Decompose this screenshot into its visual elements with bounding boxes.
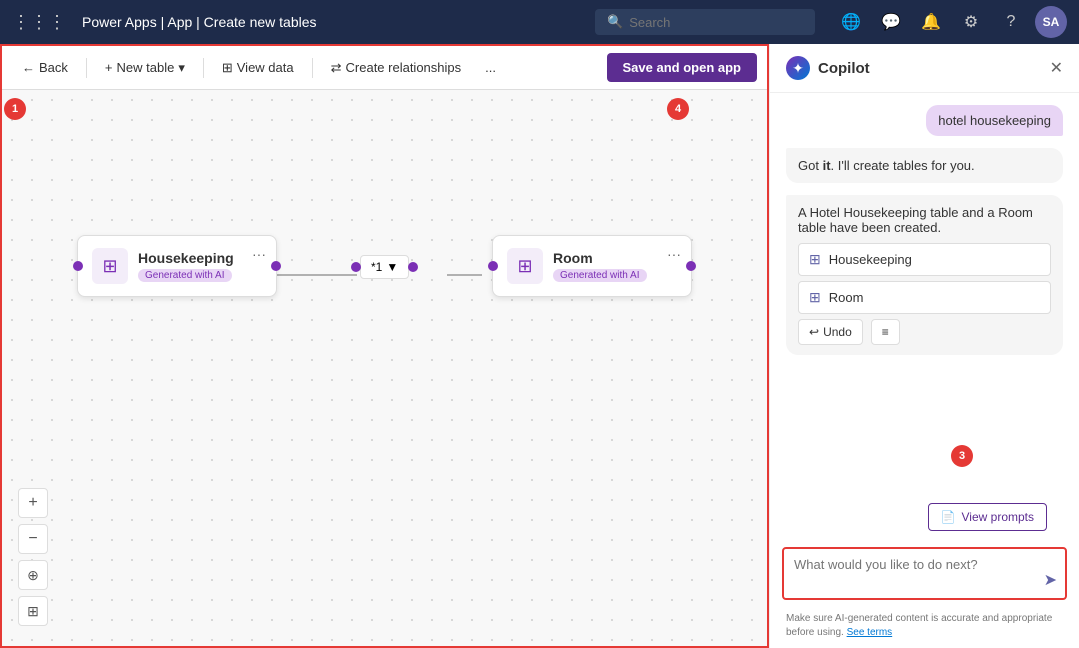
search-icon: 🔍	[607, 14, 623, 30]
zoom-out-button[interactable]: −	[18, 524, 48, 554]
plus-icon: +	[105, 60, 113, 75]
separator2	[203, 58, 204, 78]
zoom-controls: + − ⊕ ⊞	[18, 488, 48, 626]
back-button[interactable]: ← Back	[12, 55, 78, 80]
notification-icon[interactable]: 🔔	[915, 6, 947, 38]
room-table-node[interactable]: ⊞ Room Generated with AI ···	[492, 235, 692, 297]
copilot-panel: ✦ Copilot ✕ hotel housekeeping Got it. I…	[769, 44, 1079, 648]
node-title-area: Room Generated with AI	[553, 250, 647, 282]
housekeeping-table-node[interactable]: ⊞ Housekeeping Generated with AI ···	[77, 235, 277, 297]
user-message: hotel housekeeping	[926, 105, 1063, 136]
node-header: ⊞ Housekeeping Generated with AI	[92, 248, 262, 284]
chat-input[interactable]	[794, 557, 1055, 587]
relation-label: *1	[371, 260, 382, 274]
save-open-app-button[interactable]: Save and open app	[607, 53, 757, 82]
node-menu2[interactable]: ···	[667, 246, 681, 262]
prompts-icon: 📄	[941, 510, 956, 524]
grid-icon[interactable]: ⋮⋮⋮	[12, 12, 66, 33]
search-box[interactable]: 🔍	[595, 9, 815, 35]
environment-icon[interactable]: 🌐	[835, 6, 867, 38]
badge-4: 4	[667, 98, 689, 120]
ai-message-1: Got it. I'll create tables for you.	[786, 148, 1063, 183]
rel-left-dot	[351, 262, 361, 272]
node-title-area: Housekeeping Generated with AI	[138, 250, 234, 282]
table-node-icon: ⊞	[507, 248, 543, 284]
separator3	[312, 58, 313, 78]
close-button[interactable]: ✕	[1050, 58, 1063, 78]
back-icon: ←	[22, 60, 35, 75]
table-node-icon: ⊞	[92, 248, 128, 284]
view-prompts-button[interactable]: 📄 View prompts	[928, 503, 1047, 531]
view-prompts-area: 3 📄 View prompts	[770, 503, 1079, 547]
zoom-in-button[interactable]: +	[18, 488, 48, 518]
copilot-title-area: ✦ Copilot	[786, 56, 870, 80]
node-header: ⊞ Room Generated with AI	[507, 248, 677, 284]
see-terms-link[interactable]: See terms	[847, 627, 893, 638]
view-data-button[interactable]: ⊞ View data	[212, 55, 304, 81]
top-navbar: ⋮⋮⋮ Power Apps | App | Create new tables…	[0, 0, 1079, 44]
table-link-icon2: ⊞	[809, 289, 821, 306]
search-input[interactable]	[629, 15, 803, 30]
left-dot	[488, 261, 498, 271]
housekeeping-link[interactable]: ⊞ Housekeeping	[798, 243, 1051, 276]
rel-right-dot	[408, 262, 418, 272]
navigate-button[interactable]: ⊕	[18, 560, 48, 590]
toolbar: ← Back + New table ▾ ⊞ View data ⇄ Creat…	[2, 46, 767, 90]
copilot-title: Copilot	[818, 60, 870, 77]
disclaimer: Make sure AI-generated content is accura…	[770, 608, 1079, 648]
link-icon: ⇄	[331, 60, 342, 76]
filter-button[interactable]: ≡	[871, 319, 900, 345]
badge-3: 3	[951, 445, 973, 467]
relation-expand-icon: ▼	[386, 260, 398, 274]
chevron-down-icon: ▾	[178, 60, 185, 76]
ai-message-2: A Hotel Housekeeping table and a Room ta…	[786, 195, 1063, 355]
chat-icon[interactable]: 💬	[875, 6, 907, 38]
table-icon: ⊞	[222, 60, 233, 76]
send-button[interactable]: ➤	[1044, 570, 1057, 590]
canvas-area: ← Back + New table ▾ ⊞ View data ⇄ Creat…	[0, 44, 769, 648]
app-title: Power Apps | App | Create new tables	[82, 14, 317, 30]
copilot-header: ✦ Copilot ✕	[770, 44, 1079, 93]
undo-button[interactable]: ↩ Undo	[798, 319, 863, 345]
chat-messages: hotel housekeeping Got it. I'll create t…	[770, 93, 1079, 503]
right-dot	[271, 261, 281, 271]
undo-icon: ↩	[809, 325, 819, 339]
node-menu[interactable]: ···	[252, 246, 266, 262]
avatar[interactable]: SA	[1035, 6, 1067, 38]
connection-svg	[2, 90, 767, 646]
map-icon: ⊞	[27, 603, 39, 620]
badge-1: 1	[4, 98, 26, 120]
separator	[86, 58, 87, 78]
ai-msg2-text: A Hotel Housekeeping table and a Room ta…	[798, 205, 1051, 235]
ai-msg1-bold: it	[823, 158, 831, 173]
send-icon: ➤	[1044, 572, 1057, 589]
main-layout: ← Back + New table ▾ ⊞ View data ⇄ Creat…	[0, 44, 1079, 648]
table-link-icon: ⊞	[809, 251, 821, 268]
room-link[interactable]: ⊞ Room	[798, 281, 1051, 314]
left-dot	[73, 261, 83, 271]
action-buttons: ↩ Undo ≡	[798, 319, 1051, 345]
more-button[interactable]: ...	[475, 55, 506, 80]
navigate-icon: ⊕	[27, 567, 39, 584]
right-dot	[686, 261, 696, 271]
settings-icon[interactable]: ⚙	[955, 6, 987, 38]
ai-msg1-post: . I'll create tables for you.	[831, 158, 975, 173]
chat-input-area: ➤	[782, 547, 1067, 600]
relation-connector[interactable]: *1 ▼	[360, 255, 409, 279]
create-relationships-button[interactable]: ⇄ Create relationships	[321, 55, 472, 81]
filter-icon: ≡	[882, 325, 889, 339]
map-button[interactable]: ⊞	[18, 596, 48, 626]
nav-icons-group: 🌐 💬 🔔 ⚙ ? SA	[835, 6, 1067, 38]
copilot-logo: ✦	[786, 56, 810, 80]
help-icon[interactable]: ?	[995, 6, 1027, 38]
canvas-grid[interactable]: ⊞ Housekeeping Generated with AI ··· *1 …	[2, 90, 767, 646]
new-table-button[interactable]: + New table ▾	[95, 55, 195, 81]
ai-msg1-pre: Got	[798, 158, 823, 173]
